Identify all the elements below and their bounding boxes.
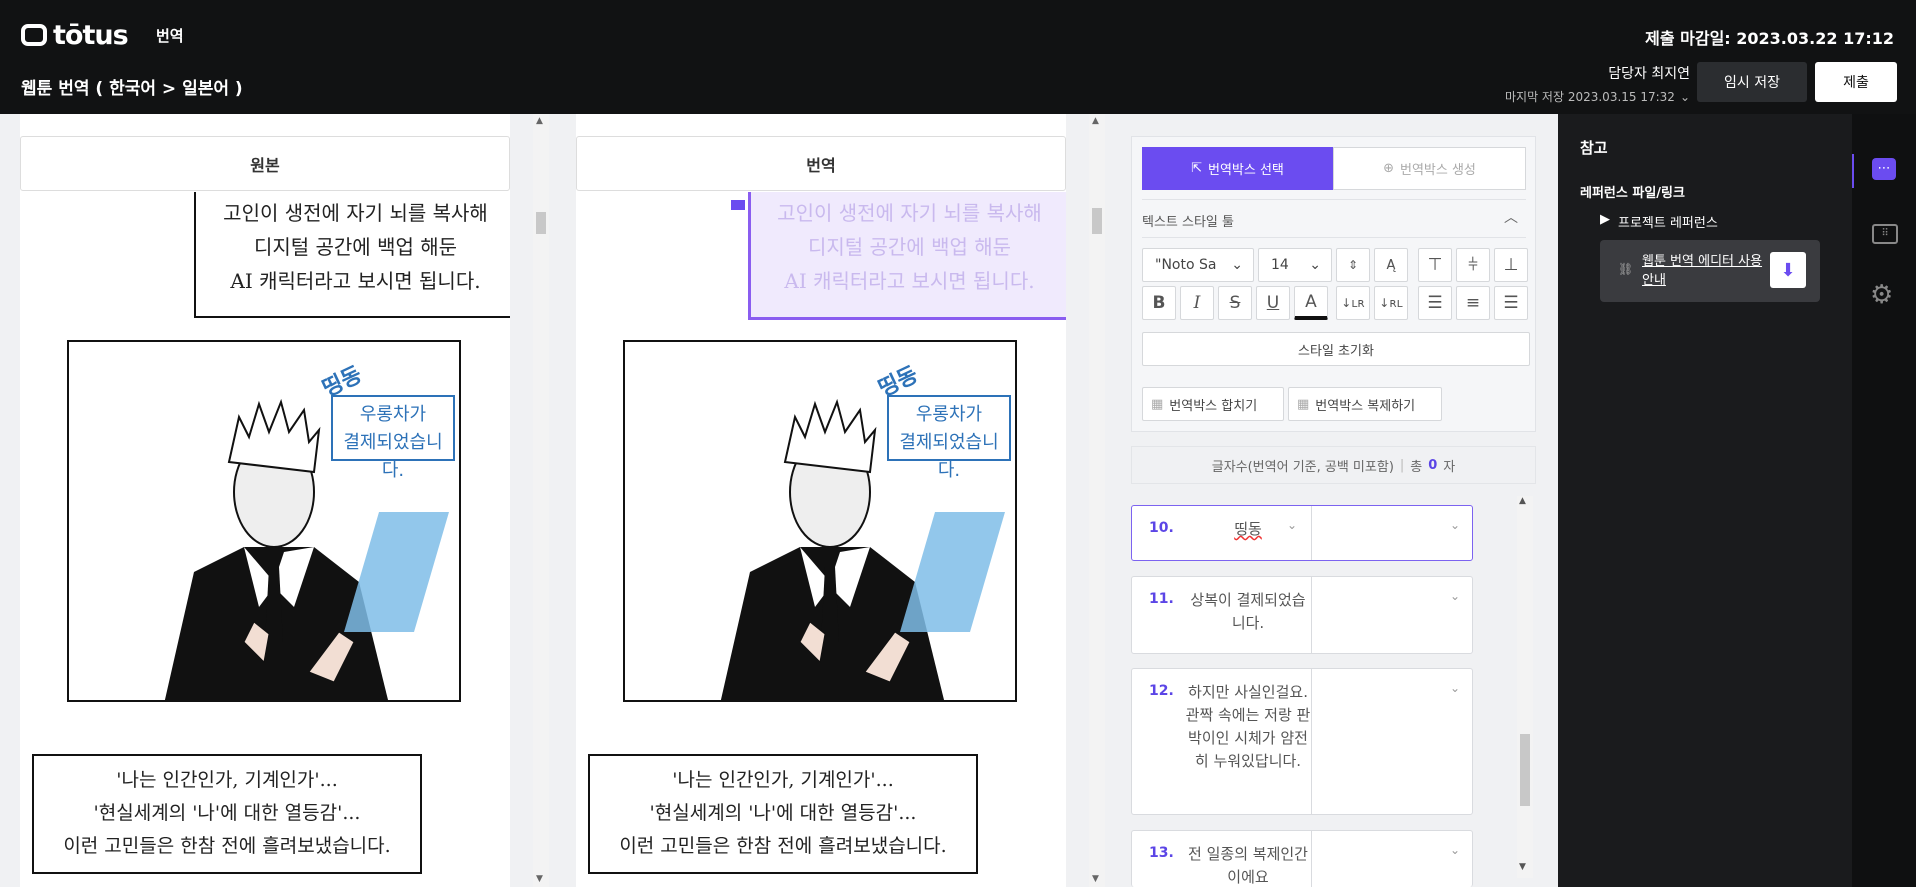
- align-middle-icon[interactable]: ⫩: [1456, 248, 1490, 282]
- create-box-mode-button[interactable]: ⊕ 번역박스 생성: [1333, 147, 1526, 190]
- scroll-up-icon[interactable]: ▲: [536, 116, 543, 126]
- align-center-icon[interactable]: ≡: [1456, 286, 1490, 320]
- italic-button[interactable]: I: [1180, 286, 1214, 320]
- chevron-down-icon[interactable]: ⌄: [1450, 843, 1460, 857]
- right-icon-bar: ⋯ ⠿ ⚙: [1852, 114, 1916, 887]
- gear-icon[interactable]: ⚙: [1870, 280, 1893, 310]
- list-item[interactable]: 13. 전 일종의 복제인간이에요 ⌄: [1131, 830, 1473, 887]
- submit-button[interactable]: 제출: [1815, 62, 1897, 102]
- comic-panel: 우롱차가 결제되었습니다. 띵동: [623, 340, 1017, 702]
- list-item[interactable]: 12. 하지만 사실인걸요. 관짝 속에는 저랑 판박이인 시체가 얌전히 누워…: [1131, 668, 1473, 815]
- translation-header: 번역: [576, 136, 1066, 191]
- character-counter: 글자수(번역어 기준, 공백 미포함) | 총0자: [1131, 446, 1536, 484]
- text-effect-icon[interactable]: Ą: [1374, 248, 1408, 282]
- section-title: 텍스트 스타일 툴: [1142, 215, 1234, 230]
- assignee-text: 담당자 최지연: [1608, 66, 1690, 82]
- last-saved-dropdown[interactable]: 마지막 저장 2023.03.15 17:32 ⌄: [1505, 88, 1690, 105]
- select-box-mode-button[interactable]: ⇱ 번역박스 선택: [1142, 147, 1333, 190]
- chevron-down-icon[interactable]: ⌄: [1450, 681, 1460, 695]
- align-top-icon[interactable]: ⊤: [1418, 248, 1452, 282]
- font-family-select[interactable]: "Noto Sa ⌄: [1142, 248, 1254, 282]
- vertical-text-rl-icon[interactable]: ↓ʀʟ: [1374, 286, 1408, 320]
- project-reference-toggle[interactable]: ▶ 프로젝트 레퍼런스: [1600, 212, 1718, 231]
- selected-translation-box[interactable]: 고인이 생전에 자기 뇌를 복사해 디지털 공간에 백업 해둔 AI 캐릭터라고 보…: [748, 192, 1066, 320]
- brand-logo[interactable]: tōtus: [21, 20, 129, 51]
- bold-button[interactable]: B: [1142, 286, 1176, 320]
- chevron-down-icon[interactable]: ⌄: [1287, 518, 1297, 532]
- page-title: 웹툰 번역 ( 한국어 > 일본어 ): [21, 79, 243, 99]
- add-comment-icon: ⊕: [1383, 161, 1394, 176]
- align-left-icon[interactable]: ☰: [1418, 286, 1452, 320]
- text-style-tools: ⇱ 번역박스 선택 ⊕ 번역박스 생성 텍스트 스타일 툴 ︿ "Noto Sa ⌄ …: [1131, 136, 1536, 432]
- deadline-text: 제출 마감일: 2023.03.22 17:12: [1645, 29, 1894, 48]
- list-item[interactable]: 10. 띵동 ⌄ ⌄: [1131, 505, 1473, 561]
- download-icon[interactable]: ⬇: [1770, 252, 1806, 288]
- align-right-icon[interactable]: ☰: [1494, 286, 1528, 320]
- source-scrollbar[interactable]: ▲ ▼: [533, 114, 549, 887]
- source-text: 전 일종의 복제인간이에요: [1188, 845, 1308, 886]
- reset-style-button[interactable]: 스타일 초기화: [1142, 332, 1530, 366]
- speech-bubble: 우롱차가 결제되었습니다.: [887, 395, 1011, 481]
- duplicate-icon: ▦: [1297, 396, 1310, 412]
- scroll-down-icon[interactable]: ▼: [536, 874, 543, 884]
- chevron-down-icon[interactable]: ⌄: [1450, 518, 1460, 532]
- source-text: 하지만 사실인걸요. 관짝 속에는 저랑 판박이인 시체가 얌전히 누워있답니다…: [1185, 683, 1311, 770]
- chevron-down-icon[interactable]: ⌄: [1450, 589, 1460, 603]
- strikethrough-button[interactable]: S: [1218, 286, 1252, 320]
- align-bottom-icon[interactable]: ⊥: [1494, 248, 1528, 282]
- caption-box: '나는 인간인가, 기계인가'... '현실세계의 '나'에 대한 열등감'...…: [588, 754, 978, 874]
- triangle-right-icon: ▶: [1600, 212, 1610, 227]
- text-color-button[interactable]: A: [1294, 286, 1328, 320]
- scroll-down-icon[interactable]: ▼: [1519, 862, 1526, 872]
- cursor-icon: ⇱: [1191, 161, 1202, 176]
- line-height-icon[interactable]: ⇕: [1336, 248, 1370, 282]
- source-comic: 고인이 생전에 자기 뇌를 복사해 디지털 공간에 백업 해둔 AI 캐릭터라고 보…: [20, 192, 510, 887]
- nav-translate[interactable]: 번역: [156, 25, 184, 46]
- source-text: 상복이 결제되었습니다.: [1190, 591, 1306, 632]
- list-item[interactable]: 11. 상복이 결제되었습니다. ⌄: [1131, 576, 1473, 654]
- reference-title: 참고: [1580, 139, 1608, 157]
- chevron-down-icon: ⌄: [1309, 257, 1321, 273]
- underline-button[interactable]: U: [1256, 286, 1290, 320]
- chevron-down-icon: ⌄: [1231, 257, 1243, 273]
- reference-files-label: 레퍼런스 파일/링크: [1580, 186, 1685, 201]
- keyboard-icon[interactable]: ⠿: [1872, 224, 1898, 244]
- translation-comic: 고인이 생전에 자기 뇌를 복사해 디지털 공간에 백업 해둔 AI 캐릭터라고 보…: [576, 192, 1066, 887]
- merge-icon: ▦: [1151, 396, 1164, 412]
- chevron-up-icon[interactable]: ︿: [1504, 207, 1518, 227]
- list-scrollbar[interactable]: ▲ ▼: [1517, 496, 1533, 878]
- duplicate-box-button[interactable]: ▦ 번역박스 복제하기: [1288, 387, 1442, 421]
- translation-scrollbar[interactable]: ▲ ▼: [1089, 114, 1105, 887]
- resize-handle[interactable]: [731, 200, 745, 210]
- link-icon: ⛓: [1618, 262, 1634, 276]
- scroll-up-icon[interactable]: ▲: [1092, 116, 1099, 126]
- scroll-up-icon[interactable]: ▲: [1519, 496, 1526, 506]
- font-size-select[interactable]: 14 ⌄: [1258, 248, 1332, 282]
- reference-panel: 참고 레퍼런스 파일/링크 ▶ 프로젝트 레퍼런스 ⛓ 웹툰 번역 에디터 사용 …: [1558, 114, 1852, 887]
- caption-box: '나는 인간인가, 기계인가'... '현실세계의 '나'에 대한 열등감'...…: [32, 754, 422, 874]
- reference-doc-link[interactable]: 웹툰 번역 에디터 사용 안내: [1642, 252, 1766, 290]
- temp-save-button[interactable]: 임시 저장: [1697, 62, 1807, 102]
- top-bar: tōtus 번역 제출 마감일: 2023.03.22 17:12 웹툰 번역 …: [0, 0, 1916, 114]
- comic-panel: 우롱차가 결제되었습니다. 띵동: [67, 340, 461, 702]
- vertical-text-lr-icon[interactable]: ↓ʟʀ: [1336, 286, 1370, 320]
- chevron-down-icon: ⌄: [1679, 89, 1690, 104]
- caption-box: 고인이 생전에 자기 뇌를 복사해 디지털 공간에 백업 해둔 AI 캐릭터라고 보…: [194, 192, 510, 318]
- source-header: 원본: [20, 136, 510, 191]
- speech-bubble: 우롱차가 결제되었습니다.: [331, 395, 455, 481]
- scroll-down-icon[interactable]: ▼: [1092, 874, 1099, 884]
- merge-boxes-button[interactable]: ▦ 번역박스 합치기: [1142, 387, 1284, 421]
- comment-icon[interactable]: ⋯: [1872, 158, 1896, 180]
- reference-file-card[interactable]: ⛓ 웹툰 번역 에디터 사용 안내 ⬇: [1600, 240, 1820, 302]
